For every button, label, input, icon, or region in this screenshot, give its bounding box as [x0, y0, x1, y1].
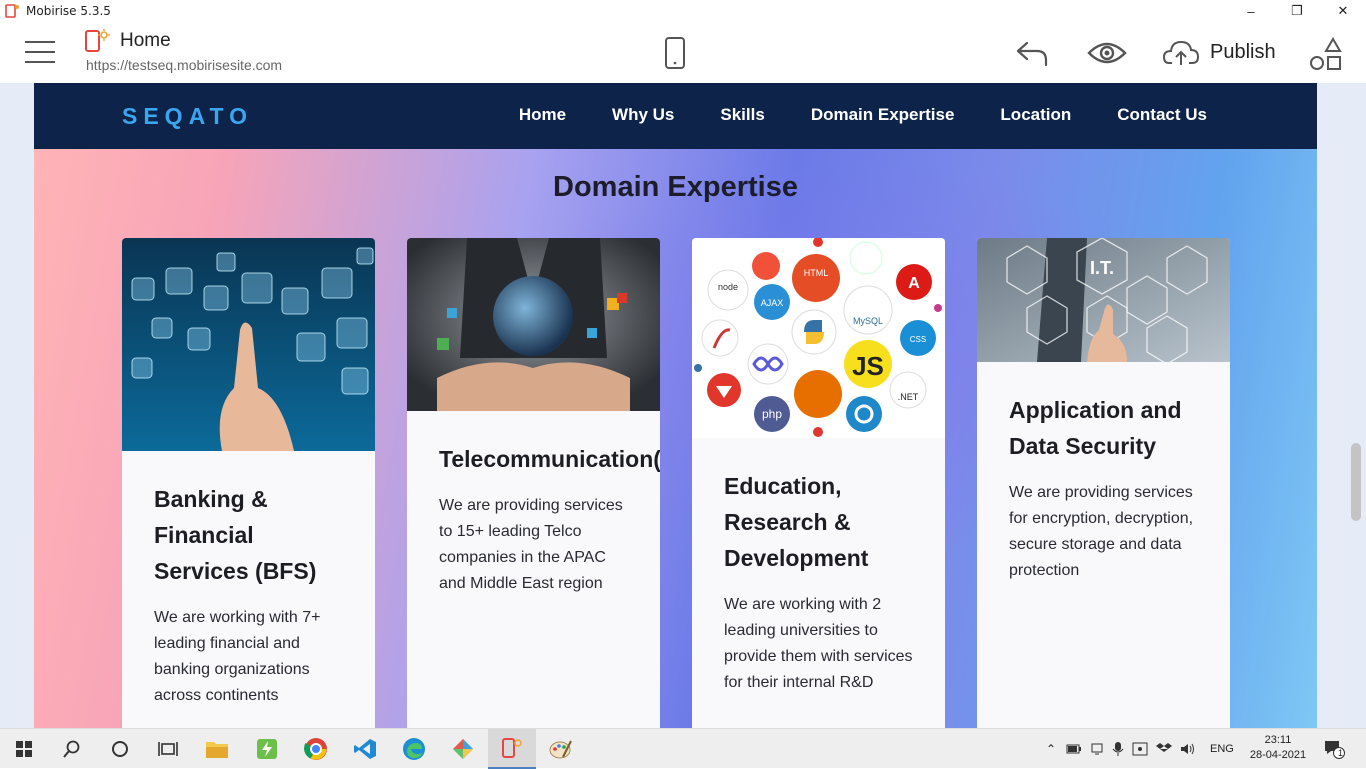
- card-text: We are providing services to 15+ leading…: [439, 497, 623, 592]
- cloud-upload-icon[interactable]: [1163, 39, 1199, 67]
- canvas-scrollbar[interactable]: [1351, 443, 1361, 521]
- nav-contact-us[interactable]: Contact Us: [1117, 105, 1207, 125]
- site-nav: Home Why Us Skills Domain Expertise Loca…: [473, 105, 1207, 125]
- js-logo: JS: [852, 351, 884, 381]
- nav-why-us[interactable]: Why Us: [612, 105, 674, 125]
- page-url[interactable]: https://testseq.mobirisesite.com: [86, 57, 282, 73]
- php-logo: php: [762, 407, 782, 421]
- angular-logo: A: [908, 275, 920, 292]
- site-preview: SEQATO Home Why Us Skills Domain Experti…: [34, 83, 1317, 728]
- notification-center-button[interactable]: 1: [1312, 729, 1356, 769]
- nav-domain-expertise[interactable]: Domain Expertise: [811, 105, 955, 125]
- system-tray: ⌃ ENG: [1044, 729, 1234, 769]
- security-image: I.T.: [977, 238, 1230, 362]
- diamond-app-icon: [453, 739, 473, 759]
- cortana-icon: [112, 741, 128, 757]
- editor-canvas: SEQATO Home Why Us Skills Domain Experti…: [0, 83, 1366, 728]
- close-button[interactable]: ✕: [1320, 0, 1366, 22]
- nav-skills[interactable]: Skills: [720, 105, 764, 125]
- search-button[interactable]: [48, 729, 96, 769]
- card-education[interactable]: HTML A node AJAX MySQL CSS JS php .NET E…: [692, 238, 945, 728]
- task-view-icon: [158, 742, 178, 756]
- taskbar-mobirise[interactable]: [488, 729, 536, 769]
- location-icon[interactable]: [1132, 742, 1148, 756]
- task-view-button[interactable]: [144, 729, 192, 769]
- tech-logos-image: HTML A node AJAX MySQL CSS JS php .NET: [692, 238, 945, 438]
- card-title: Telecommunication(TELCO): [439, 446, 660, 472]
- nav-location[interactable]: Location: [1000, 105, 1071, 125]
- window-title-bar: Mobirise 5.3.5 – ❐ ✕: [0, 0, 1366, 22]
- preview-eye-icon[interactable]: [1087, 41, 1127, 65]
- section-title: Domain Expertise: [553, 171, 798, 203]
- taskbar-vscode[interactable]: [341, 729, 389, 769]
- taskbar-file-explorer[interactable]: [193, 729, 241, 769]
- taskbar-app-green[interactable]: [243, 729, 291, 769]
- vscode-icon: [354, 739, 376, 759]
- maximize-button[interactable]: ❐: [1274, 0, 1320, 22]
- page-name[interactable]: Home: [120, 30, 171, 52]
- page-icon: [85, 29, 110, 52]
- taskbar-edge[interactable]: [390, 729, 438, 769]
- card-telco[interactable]: Telecommunication(TELCO) We are providin…: [407, 238, 660, 728]
- card-security[interactable]: I.T. Application and Data Security We ar…: [977, 238, 1230, 728]
- card-title: Education, Research & Development: [724, 473, 869, 571]
- folder-icon: [206, 742, 228, 758]
- chevron-up-icon[interactable]: ⌃: [1044, 742, 1058, 756]
- undo-icon[interactable]: [1015, 39, 1049, 67]
- publish-button[interactable]: Publish: [1210, 41, 1276, 64]
- card-banking[interactable]: Banking & Financial Services (BFS) We ar…: [122, 238, 375, 728]
- site-navbar: SEQATO Home Why Us Skills Domain Experti…: [34, 83, 1317, 149]
- site-brand[interactable]: SEQATO: [122, 103, 253, 130]
- card-text: We are providing services for encryption…: [1009, 484, 1194, 579]
- battery-icon[interactable]: [1066, 742, 1082, 756]
- microphone-icon[interactable]: [1112, 741, 1124, 757]
- clock[interactable]: 23:11 28-04-2021: [1248, 733, 1308, 763]
- cortana-button[interactable]: [96, 729, 144, 769]
- volume-icon[interactable]: [1180, 742, 1196, 756]
- card-text: We are working with 2 leading universiti…: [724, 596, 913, 691]
- app-toolbar: Home https://testseq.mobirisesite.com Pu…: [0, 22, 1366, 83]
- banking-image: [122, 238, 375, 451]
- window-title: Mobirise 5.3.5: [26, 4, 111, 18]
- windows-taskbar: ⌃ ENG 23:11 28-04-2021 1: [0, 728, 1366, 769]
- mobile-preview-icon[interactable]: [664, 37, 686, 69]
- css-logo: CSS: [910, 335, 926, 344]
- dropbox-icon[interactable]: [1156, 742, 1172, 756]
- it-badge: I.T.: [1090, 258, 1114, 278]
- network-icon[interactable]: [1090, 742, 1104, 756]
- card-title: Banking & Financial Services (BFS): [154, 486, 317, 584]
- ajax-logo: AJAX: [761, 298, 784, 308]
- taskbar-paint[interactable]: [537, 729, 585, 769]
- minimize-button[interactable]: –: [1228, 0, 1274, 22]
- mysql-logo: MySQL: [853, 316, 883, 326]
- blocks-icon[interactable]: [1309, 37, 1343, 71]
- taskbar-chrome[interactable]: [292, 729, 340, 769]
- card-text: We are working with 7+ leading financial…: [154, 609, 321, 704]
- node-logo: node: [718, 282, 738, 292]
- language-indicator[interactable]: ENG: [1210, 743, 1234, 755]
- bolt-app-icon: [257, 739, 277, 759]
- edge-icon: [403, 738, 425, 760]
- chrome-icon: [304, 738, 327, 760]
- menu-icon[interactable]: [25, 41, 57, 65]
- paint-icon: [549, 740, 572, 759]
- telco-image: [407, 238, 660, 411]
- windows-icon: [16, 741, 32, 757]
- taskbar-app-diamond[interactable]: [439, 729, 487, 769]
- search-icon: [63, 740, 80, 758]
- nav-home[interactable]: Home: [519, 105, 566, 125]
- dotnet-logo: .NET: [898, 392, 919, 402]
- mobirise-logo-icon: [5, 4, 19, 18]
- mobirise-taskbar-icon: [502, 738, 522, 758]
- notification-count: 1: [1338, 748, 1344, 758]
- start-button[interactable]: [0, 729, 48, 769]
- card-title: Application and Data Security: [1009, 397, 1182, 459]
- html-logo: HTML: [804, 268, 829, 278]
- clock-time: 23:11: [1264, 734, 1292, 746]
- clock-date: 28-04-2021: [1249, 749, 1307, 761]
